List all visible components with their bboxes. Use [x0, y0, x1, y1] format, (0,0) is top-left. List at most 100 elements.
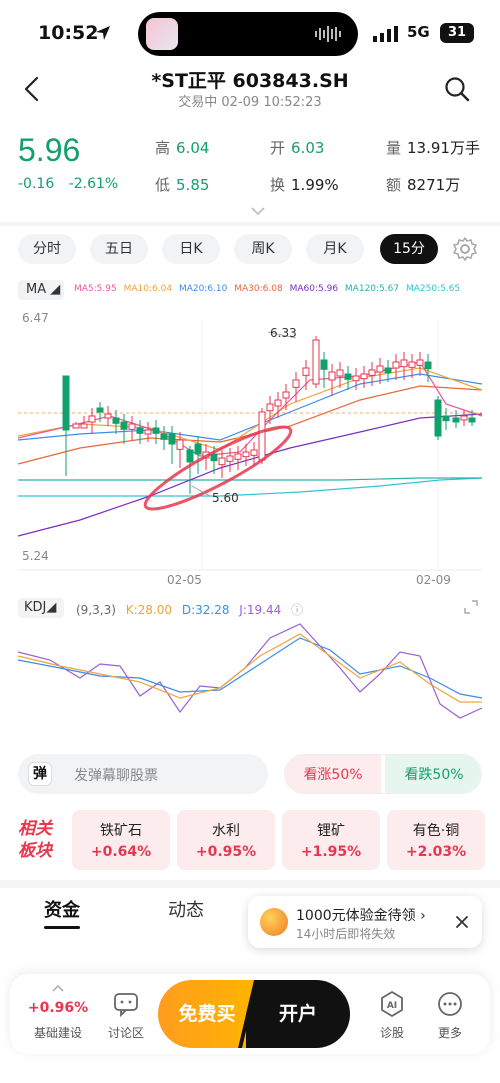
candle-body — [392, 361, 400, 369]
ma-legend: MA5:5.95 MA10:6.04 MA20:6.10 MA30:6.08 M… — [74, 284, 464, 294]
candle-body — [186, 449, 194, 463]
tab-15min[interactable]: 15分 — [380, 234, 438, 264]
tab-daily-k[interactable]: 日K — [162, 234, 220, 264]
candle-body — [416, 359, 424, 366]
tab-news[interactable]: 动态 — [168, 896, 204, 922]
sector-card[interactable]: 水利 +0.95% — [177, 810, 275, 870]
discussion-button[interactable]: 讨论区 — [96, 974, 156, 1054]
candle-body — [242, 451, 250, 458]
index-label: 基础建设 — [33, 1026, 82, 1040]
info-icon[interactable]: ⓘ — [291, 603, 303, 617]
button-divider — [238, 980, 258, 1048]
candle-body — [152, 427, 160, 434]
candle-body — [468, 417, 476, 423]
amount: 额 8271万 — [386, 176, 461, 194]
promo-banner[interactable]: 1000元体验金待领 › 14小时后即将失效 — [248, 896, 482, 948]
stock-title: *ST正平 603843.SH — [151, 70, 349, 92]
related-sectors-title: 相关 板块 — [18, 819, 52, 861]
danmu-input[interactable]: 弹 发弹幕聊股票 — [18, 754, 268, 794]
open-account-button[interactable]: 开户 — [246, 980, 350, 1048]
gear-icon[interactable] — [452, 236, 478, 262]
sector-card[interactable]: 锂矿 +1.95% — [282, 810, 380, 870]
chevron-down-icon[interactable] — [250, 206, 266, 216]
dynamic-island[interactable] — [138, 12, 358, 56]
more-button[interactable]: 更多 — [420, 974, 480, 1054]
candle-body — [424, 361, 432, 370]
status-bar: 10:52 5G 31 — [0, 0, 500, 64]
divider — [0, 880, 500, 888]
kdj-d-value: D:32.28 — [181, 603, 230, 617]
candle-body — [250, 449, 258, 456]
candlestick-chart[interactable] — [0, 300, 500, 590]
fullscreen-icon[interactable] — [464, 600, 478, 614]
candle-body — [460, 415, 468, 421]
y-axis-min: 5.24 — [22, 549, 49, 563]
candle-body — [274, 399, 282, 407]
x-axis-date-left: 02-05 — [167, 573, 202, 587]
candle-body — [218, 457, 226, 466]
sector-card[interactable]: 铁矿石 +0.64% — [72, 810, 170, 870]
candle-body — [88, 415, 96, 423]
search-icon[interactable] — [444, 76, 470, 102]
ma-line — [17, 413, 483, 537]
candle-body — [344, 373, 352, 380]
promo-title: 1000元体验金待领 › — [296, 908, 426, 924]
danmu-placeholder: 发弹幕聊股票 — [74, 768, 158, 784]
ma-line — [18, 477, 482, 481]
chat-bubble-icon — [114, 993, 138, 1018]
more-icon — [438, 992, 462, 1016]
ma-selector[interactable]: MA ◢ — [18, 280, 64, 300]
change-value: -0.16 — [18, 176, 55, 192]
y-axis-max: 6.47 — [22, 311, 49, 325]
candle-body — [258, 411, 266, 461]
close-icon[interactable] — [452, 912, 472, 932]
current-price: 5.96 — [18, 132, 81, 168]
candle-body — [80, 423, 88, 429]
tab-weekly-k[interactable]: 周K — [234, 234, 292, 264]
candle-body — [266, 403, 274, 412]
ma5-label: MA5:5.95 — [74, 284, 117, 294]
index-button[interactable]: +0.96% 基础建设 — [20, 974, 96, 1054]
audio-wave-icon — [315, 26, 341, 42]
candle-body — [160, 433, 168, 440]
tab-funds[interactable]: 资金 — [44, 896, 80, 922]
sector-card[interactable]: 有色·铜 +2.03% — [387, 810, 485, 870]
vote-bullish-button[interactable]: 看涨50% — [285, 755, 381, 793]
low-price: 低 5.85 — [155, 176, 210, 194]
kdj-selector[interactable]: KDJ◢ — [18, 598, 64, 618]
volume: 量 13.91万手 — [386, 139, 480, 157]
svg-text:AI: AI — [387, 1001, 397, 1011]
tab-monthly-k[interactable]: 月K — [306, 234, 364, 264]
promo-subtitle: 14小时后即将失效 — [296, 927, 396, 941]
candle-body — [104, 413, 112, 419]
active-tab-indicator — [44, 926, 80, 929]
diagnose-button[interactable]: AI 诊股 — [362, 974, 422, 1054]
vote-bearish-button[interactable]: 看跌50% — [385, 755, 481, 793]
candle-body — [72, 423, 80, 429]
kdj-chart[interactable] — [0, 616, 500, 726]
candle-body — [136, 427, 144, 434]
ma60-label: MA60:5.96 — [289, 284, 339, 294]
high-marker: 6.33 — [270, 326, 297, 340]
status-time: 10:52 — [38, 22, 99, 44]
change-percent: -2.61% — [68, 176, 119, 192]
candle-body — [282, 391, 290, 399]
candle-body — [96, 407, 104, 413]
tab-five-day[interactable]: 五日 — [90, 234, 148, 264]
index-change: +0.96% — [27, 1000, 89, 1016]
candle-body — [62, 375, 70, 431]
candle-body — [368, 369, 376, 376]
tab-timeshare[interactable]: 分时 — [18, 234, 76, 264]
candle-body — [168, 433, 176, 445]
candle-body — [312, 339, 320, 385]
discussion-label: 讨论区 — [107, 1026, 144, 1040]
kdj-line — [17, 633, 482, 703]
trading-status: 交易中 02-09 10:52:23 — [178, 95, 322, 110]
candle-body — [210, 453, 218, 462]
candle-body — [336, 369, 344, 377]
candle-body — [194, 443, 202, 455]
candle-body — [120, 421, 128, 430]
candle-body — [360, 373, 368, 380]
x-axis-date-right: 02-09 — [416, 573, 451, 587]
price-change: -0.16 -2.61% — [18, 176, 128, 192]
